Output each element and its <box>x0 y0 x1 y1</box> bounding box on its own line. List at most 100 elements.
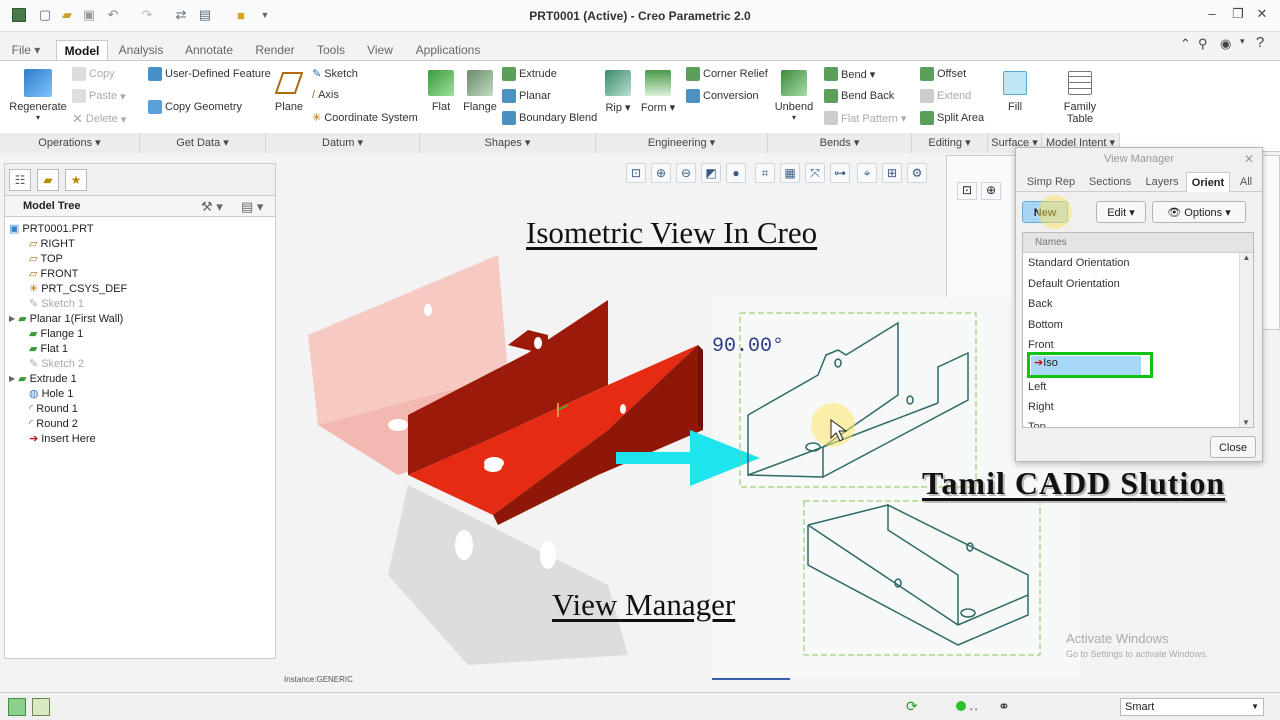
undo-icon[interactable]: ↶ <box>104 6 122 24</box>
tab-layers[interactable]: Layers <box>1140 172 1184 192</box>
folder-browser-tab-icon[interactable]: ▰ <box>37 169 59 191</box>
options-button[interactable]: 👁 Options ▾ <box>1152 201 1246 223</box>
spin-center-icon[interactable]: ⊞ <box>882 163 902 183</box>
list-item-back[interactable]: Back <box>1028 294 1052 314</box>
bend-back-button[interactable]: Bend Back <box>824 89 894 103</box>
help-icon[interactable]: ? <box>1256 34 1264 51</box>
tree-item-hole1[interactable]: ◍ Hole 1 <box>29 386 73 401</box>
tab-simp-rep[interactable]: Simp Rep <box>1020 172 1082 192</box>
axis-button[interactable]: / Axis <box>312 89 339 101</box>
bend-button[interactable]: Bend ▾ <box>824 67 875 81</box>
tab-all[interactable]: All <box>1232 172 1260 192</box>
copy-button[interactable]: Copy <box>72 67 115 81</box>
tree-item-insert-here[interactable]: ➔ Insert Here <box>29 431 96 446</box>
edit-button[interactable]: Edit ▾ <box>1096 201 1146 223</box>
list-item-top[interactable]: Top <box>1028 417 1046 427</box>
zoom-in-icon[interactable]: ⊕ <box>651 163 671 183</box>
named-view-icon[interactable]: ⚙ <box>907 163 927 183</box>
sketch-button[interactable]: ✎ Sketch <box>312 67 358 81</box>
tree-item-right[interactable]: ▱ RIGHT <box>29 236 75 251</box>
open-folder-icon[interactable]: ▰ <box>58 6 76 24</box>
search-icon[interactable]: ⚲ <box>1198 36 1208 52</box>
list-item-left[interactable]: Left <box>1028 377 1046 397</box>
rip-button[interactable]: Rip ▾ <box>600 65 636 114</box>
scroll-down-icon[interactable]: ▼ <box>1240 418 1252 427</box>
list-item-standard[interactable]: Standard Orientation <box>1028 253 1130 273</box>
community-icon[interactable]: ◉ <box>1220 36 1231 52</box>
collapse-ribbon-icon[interactable]: ⌃ <box>1180 36 1191 52</box>
extend-button[interactable]: Extend <box>920 89 971 103</box>
perspective-icon[interactable]: ⤧ <box>805 163 825 183</box>
tree-item-flange1[interactable]: ▰ Flange 1 <box>29 326 83 341</box>
windows-icon[interactable]: ▤ <box>196 6 214 24</box>
refit-icon[interactable]: ⊡ <box>626 163 646 183</box>
repaint-icon[interactable]: ◩ <box>701 163 721 183</box>
fill-button[interactable]: Fill <box>998 65 1032 113</box>
group-get-data[interactable]: Get Data ▾ <box>140 133 266 153</box>
conversion-button[interactable]: Conversion <box>686 89 759 103</box>
tree-item-csys[interactable]: ✳ PRT_CSYS_DEF <box>29 281 127 296</box>
model-tree-tab-icon[interactable]: ☷ <box>9 169 31 191</box>
tab-analysis[interactable]: Analysis <box>112 40 170 60</box>
tab-annotate[interactable]: Annotate <box>178 40 240 60</box>
tree-settings-icon[interactable]: ⚒ ▾ <box>201 199 223 215</box>
tree-item-sketch1[interactable]: ✎ Sketch 1 <box>29 296 84 311</box>
dialog-close-icon[interactable]: ✕ <box>1244 148 1254 170</box>
list-scrollbar[interactable]: ▲ ▼ <box>1239 253 1253 427</box>
tab-orient[interactable]: Orient <box>1186 172 1230 192</box>
tab-render[interactable]: Render <box>248 40 302 60</box>
tree-item-planar1[interactable]: ▶ ▰ Planar 1(First Wall) <box>9 311 123 326</box>
flat-pattern-button[interactable]: Flat Pattern ▾ <box>824 111 906 125</box>
tree-item-flat1[interactable]: ▰ Flat 1 <box>29 341 68 356</box>
tab-applications[interactable]: Applications <box>408 40 488 60</box>
find-icon[interactable]: ⚭ <box>998 698 1010 715</box>
group-operations[interactable]: Operations ▾ <box>0 133 140 153</box>
csys-button[interactable]: ✳ Coordinate System <box>312 111 418 125</box>
annotation-display-icon[interactable]: ⌖ <box>857 163 877 183</box>
group-datum[interactable]: Datum ▾ <box>266 133 420 153</box>
udf-button[interactable]: User-Defined Feature <box>148 67 271 81</box>
tab-sections[interactable]: Sections <box>1082 172 1138 192</box>
corner-relief-button[interactable]: Corner Relief <box>686 67 768 81</box>
list-item-bottom[interactable]: Bottom <box>1028 315 1063 335</box>
copy-geometry-button[interactable]: Copy Geometry <box>148 100 242 114</box>
tree-item-sketch2[interactable]: ✎ Sketch 2 <box>29 356 84 371</box>
expand-icon[interactable]: ▶ <box>9 374 15 383</box>
new-file-icon[interactable]: ▢ <box>36 6 54 24</box>
close-window-quick-icon[interactable]: ■ <box>232 6 250 24</box>
model-tree-toggle-icon[interactable] <box>8 698 26 716</box>
tree-item-round2[interactable]: ◜ Round 2 <box>29 416 78 431</box>
tree-item-round1[interactable]: ◜ Round 1 <box>29 401 78 416</box>
expand-icon[interactable]: ▶ <box>9 314 15 323</box>
form-button[interactable]: Form ▾ <box>638 65 678 114</box>
list-item-iso[interactable]: ➔Iso <box>1031 356 1141 375</box>
flange-button[interactable]: Flange <box>460 65 500 113</box>
regenerate-button[interactable]: Regenerate ▾ <box>8 65 68 122</box>
display-style-icon[interactable]: ● <box>726 163 746 183</box>
redo-icon[interactable]: ↷ <box>138 6 156 24</box>
split-area-button[interactable]: Split Area <box>920 111 984 125</box>
tree-filters-icon[interactable]: ▤ ▾ <box>241 199 263 215</box>
tab-model[interactable]: Model <box>56 40 108 60</box>
planar-button[interactable]: Planar <box>502 89 551 103</box>
extrude-button[interactable]: Extrude <box>502 67 557 81</box>
minimize-icon[interactable]: – <box>1202 6 1222 24</box>
offset-button[interactable]: Offset <box>920 67 966 81</box>
group-bends[interactable]: Bends ▾ <box>768 133 912 153</box>
save-icon[interactable]: ▣ <box>80 6 98 24</box>
flat-button[interactable]: Flat <box>424 65 458 113</box>
close-button[interactable]: Close <box>1210 436 1256 458</box>
regen-status-icon[interactable]: ⟳ <box>906 698 918 715</box>
unbend-button[interactable]: Unbend ▾ <box>772 65 816 122</box>
list-item-default[interactable]: Default Orientation <box>1028 274 1120 294</box>
group-engineering[interactable]: Engineering ▾ <box>596 133 768 153</box>
delete-button[interactable]: ✕ Delete ▾ <box>72 111 126 127</box>
scroll-up-icon[interactable]: ▲ <box>1240 253 1253 262</box>
tree-item-front[interactable]: ▱ FRONT <box>29 266 78 281</box>
zoom-out-icon[interactable]: ⊖ <box>676 163 696 183</box>
tree-item-top[interactable]: ▱ TOP <box>29 251 63 266</box>
saved-orientations-icon[interactable]: ⌗ <box>755 163 775 183</box>
list-item-right[interactable]: Right <box>1028 397 1054 417</box>
browser-toggle-icon[interactable] <box>32 698 50 716</box>
family-table-button[interactable]: Family Table <box>1058 65 1102 125</box>
